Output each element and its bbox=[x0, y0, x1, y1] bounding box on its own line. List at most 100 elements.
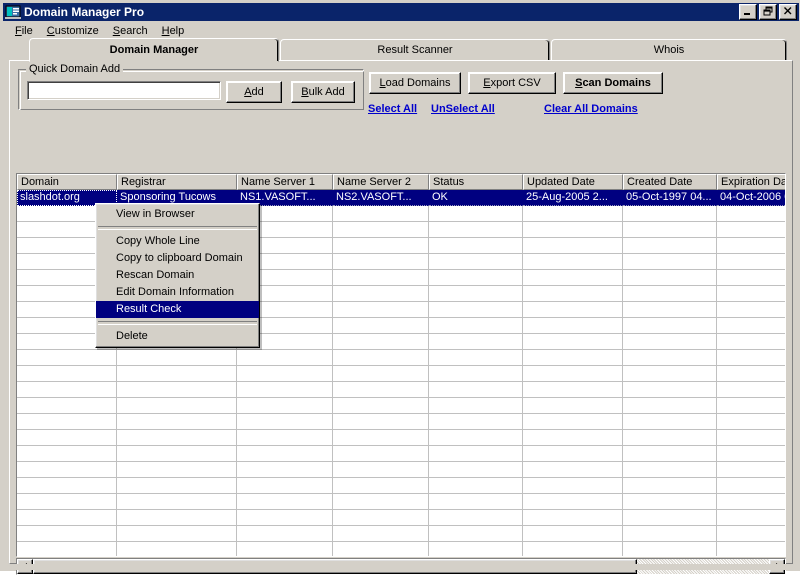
grid-cell[interactable] bbox=[623, 334, 717, 350]
context-menu-item-delete[interactable]: Delete bbox=[96, 328, 259, 345]
grid-cell[interactable] bbox=[333, 382, 429, 398]
grid-cell[interactable] bbox=[523, 526, 623, 542]
grid-cell[interactable] bbox=[523, 238, 623, 254]
grid-cell[interactable] bbox=[429, 334, 523, 350]
grid-cell[interactable] bbox=[717, 478, 785, 494]
grid-cell[interactable] bbox=[523, 286, 623, 302]
grid-cell[interactable] bbox=[429, 414, 523, 430]
grid-cell[interactable] bbox=[429, 270, 523, 286]
context-menu-item-rescan-domain[interactable]: Rescan Domain bbox=[96, 267, 259, 284]
load-domains-button[interactable]: Load Domains bbox=[369, 72, 461, 94]
grid-cell[interactable] bbox=[17, 526, 117, 542]
grid-cell[interactable] bbox=[429, 542, 523, 556]
grid-cell[interactable] bbox=[17, 382, 117, 398]
scan-domains-button[interactable]: Scan Domains bbox=[563, 72, 663, 94]
grid-cell[interactable] bbox=[717, 350, 785, 366]
context-menu-item-result-check[interactable]: Result Check bbox=[96, 301, 259, 318]
grid-cell[interactable] bbox=[333, 206, 429, 222]
table-row[interactable] bbox=[17, 430, 785, 446]
grid-column-header-2[interactable]: Name Server 1 bbox=[237, 174, 333, 190]
grid-cell[interactable] bbox=[623, 238, 717, 254]
grid-cell[interactable] bbox=[623, 398, 717, 414]
grid-cell[interactable] bbox=[333, 350, 429, 366]
grid-cell[interactable]: 05-Oct-1997 04... bbox=[623, 190, 717, 206]
grid-cell[interactable] bbox=[117, 510, 237, 526]
grid-cell[interactable] bbox=[717, 446, 785, 462]
grid-cell[interactable] bbox=[429, 382, 523, 398]
context-menu-item-view-in-browser[interactable]: View in Browser bbox=[96, 206, 259, 223]
tab-result-scanner[interactable]: Result Scanner bbox=[280, 39, 550, 61]
grid-cell[interactable] bbox=[623, 414, 717, 430]
table-row[interactable] bbox=[17, 382, 785, 398]
grid-cell[interactable] bbox=[523, 254, 623, 270]
grid-cell[interactable] bbox=[623, 430, 717, 446]
grid-cell[interactable] bbox=[117, 494, 237, 510]
grid-cell[interactable] bbox=[523, 446, 623, 462]
tab-domain-manager[interactable]: Domain Manager bbox=[29, 38, 279, 62]
grid-cell[interactable] bbox=[523, 302, 623, 318]
grid-cell[interactable] bbox=[623, 382, 717, 398]
grid-cell[interactable] bbox=[237, 526, 333, 542]
grid-cell[interactable] bbox=[17, 446, 117, 462]
grid-cell[interactable] bbox=[429, 510, 523, 526]
grid-cell[interactable] bbox=[429, 430, 523, 446]
table-row[interactable] bbox=[17, 510, 785, 526]
grid-cell[interactable] bbox=[237, 366, 333, 382]
table-row[interactable] bbox=[17, 398, 785, 414]
grid-cell[interactable] bbox=[429, 462, 523, 478]
maximize-button[interactable] bbox=[759, 4, 777, 20]
grid-cell[interactable] bbox=[333, 398, 429, 414]
grid-cell[interactable] bbox=[717, 494, 785, 510]
grid-cell[interactable] bbox=[717, 414, 785, 430]
grid-cell[interactable] bbox=[333, 222, 429, 238]
grid-cell[interactable] bbox=[717, 334, 785, 350]
grid-column-header-0[interactable]: Domain bbox=[17, 174, 117, 190]
grid-cell[interactable] bbox=[623, 366, 717, 382]
grid-cell[interactable] bbox=[523, 398, 623, 414]
grid-cell[interactable] bbox=[333, 286, 429, 302]
grid-cell[interactable] bbox=[333, 238, 429, 254]
grid-cell[interactable] bbox=[429, 350, 523, 366]
grid-cell[interactable] bbox=[429, 222, 523, 238]
grid-cell[interactable] bbox=[523, 270, 623, 286]
grid-cell[interactable] bbox=[717, 382, 785, 398]
grid-cell[interactable] bbox=[237, 430, 333, 446]
grid-cell[interactable] bbox=[623, 222, 717, 238]
grid-cell[interactable] bbox=[623, 542, 717, 556]
grid-cell[interactable] bbox=[717, 430, 785, 446]
grid-cell[interactable] bbox=[523, 334, 623, 350]
bulk-add-button[interactable]: Bulk Add bbox=[291, 81, 355, 103]
grid-cell[interactable] bbox=[523, 414, 623, 430]
grid-cell[interactable] bbox=[523, 318, 623, 334]
grid-cell[interactable] bbox=[717, 286, 785, 302]
grid-cell[interactable] bbox=[17, 350, 117, 366]
grid-cell[interactable] bbox=[623, 206, 717, 222]
grid-cell[interactable] bbox=[623, 254, 717, 270]
add-button[interactable]: Add bbox=[226, 81, 282, 103]
grid-cell[interactable] bbox=[17, 478, 117, 494]
grid-cell[interactable] bbox=[117, 478, 237, 494]
grid-cell[interactable] bbox=[523, 510, 623, 526]
grid-cell[interactable] bbox=[623, 478, 717, 494]
grid-cell[interactable] bbox=[717, 462, 785, 478]
grid-cell[interactable] bbox=[333, 542, 429, 556]
menu-item-search[interactable]: Search bbox=[106, 24, 155, 38]
grid-cell[interactable] bbox=[429, 446, 523, 462]
grid-cell[interactable] bbox=[17, 430, 117, 446]
grid-cell[interactable] bbox=[333, 526, 429, 542]
grid-cell[interactable] bbox=[17, 366, 117, 382]
grid-cell[interactable] bbox=[17, 462, 117, 478]
grid-cell[interactable] bbox=[523, 478, 623, 494]
grid-cell[interactable] bbox=[717, 238, 785, 254]
grid-cell[interactable] bbox=[333, 478, 429, 494]
context-menu[interactable]: View in Browser Copy Whole Line Copy to cl… bbox=[95, 203, 260, 348]
grid-cell[interactable] bbox=[523, 542, 623, 556]
grid-cell[interactable] bbox=[523, 366, 623, 382]
context-menu-item-copy-whole-line[interactable]: Copy Whole Line bbox=[96, 233, 259, 250]
select-all-link[interactable]: Select All bbox=[368, 103, 417, 115]
grid-cell[interactable] bbox=[523, 462, 623, 478]
menu-item-help[interactable]: Help bbox=[155, 24, 192, 38]
table-row[interactable] bbox=[17, 526, 785, 542]
grid-cell[interactable] bbox=[623, 302, 717, 318]
grid-cell[interactable] bbox=[117, 382, 237, 398]
